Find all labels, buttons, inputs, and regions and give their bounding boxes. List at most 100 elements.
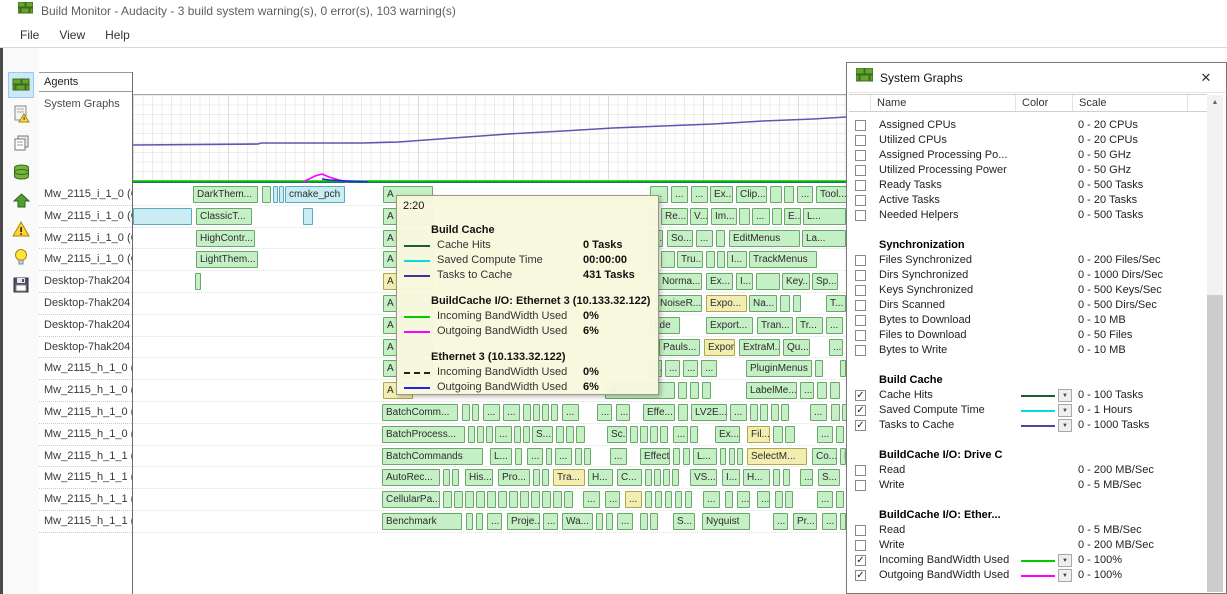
task-block-small[interactable] [533,469,540,486]
task-block[interactable]: Tra... [553,469,585,486]
task-block[interactable]: BatchCommands [382,448,483,465]
task-block-small[interactable] [706,251,715,268]
task-block[interactable]: ... [730,404,747,421]
task-block[interactable]: Ex... [715,426,740,443]
task-block[interactable]: Tru... [677,251,703,268]
task-block-small[interactable] [542,491,551,508]
task-block-small[interactable] [273,186,278,203]
task-block-small[interactable] [675,491,682,508]
task-block[interactable]: ... [483,404,500,421]
task-block-small[interactable] [717,251,725,268]
graph-checkbox[interactable]: ✓ [855,405,866,416]
graph-checkbox[interactable] [855,465,866,476]
task-block[interactable]: Sp... [812,273,838,290]
task-block[interactable]: L... [803,208,846,225]
task-block[interactable]: ... [817,426,833,443]
task-block-small[interactable] [690,382,699,399]
task-block[interactable]: cmake_pch [285,186,345,203]
scroll-up-icon[interactable]: ▲ [1207,95,1223,111]
task-block[interactable]: H... [588,469,613,486]
agent-row[interactable]: Mw_2115_h_1_0 (C [39,424,132,446]
task-block-small[interactable] [831,404,840,421]
task-block-small[interactable] [771,404,779,421]
task-block-small[interactable] [462,404,470,421]
build-log-warning-icon[interactable] [8,101,34,127]
task-block[interactable]: ... [800,382,814,399]
task-block-small[interactable] [760,404,768,421]
menu-file[interactable]: File [10,24,49,46]
task-block-small[interactable] [523,426,530,443]
task-block[interactable]: I... [722,469,740,486]
task-block-small[interactable] [672,469,679,486]
task-block-small[interactable] [650,426,658,443]
task-block[interactable]: Ex... [710,186,733,203]
task-block[interactable]: HighContr... [196,230,255,247]
graph-checkbox[interactable] [855,345,866,356]
task-block[interactable]: ExtraM... [739,339,780,356]
graph-checkbox[interactable] [855,525,866,536]
task-block[interactable]: ... [703,491,720,508]
task-block-small[interactable] [815,360,823,377]
task-block[interactable]: BatchProcess... [382,426,465,443]
task-block[interactable]: I... [736,273,753,290]
agent-row[interactable]: Mw_2115_h_1_0 (C [39,380,132,402]
graph-checkbox[interactable]: ✓ [855,390,866,401]
graph-checkbox[interactable] [855,210,866,221]
task-block-small[interactable] [645,491,652,508]
task-block-small[interactable] [661,251,675,268]
task-block[interactable]: ... [665,360,680,377]
task-block-small[interactable] [606,513,613,530]
panel-scrollbar[interactable]: ▲ [1207,95,1223,592]
task-block[interactable]: ... [583,491,600,508]
task-block-small[interactable] [836,491,844,508]
task-block-small[interactable] [466,513,473,530]
warnings-icon[interactable] [8,216,34,242]
task-block[interactable]: Pro... [498,469,530,486]
task-block[interactable]: ... [527,448,543,465]
task-block-small[interactable] [133,208,192,225]
graph-checkbox[interactable] [855,315,866,326]
agent-row[interactable]: Mw_2115_h_1_1 (C [39,446,132,468]
agent-row[interactable]: Mw_2115_h_1_0 (C [39,402,132,424]
task-block[interactable]: ... [829,339,843,356]
task-block[interactable]: LabelMe... [746,382,797,399]
task-block[interactable]: Wa... [562,513,593,530]
task-block-small[interactable] [683,448,690,465]
task-block-small[interactable] [575,448,582,465]
task-block[interactable]: L... [490,448,512,465]
task-block[interactable]: ... [543,513,558,530]
task-block-small[interactable] [739,208,750,225]
task-block-small[interactable] [640,513,648,530]
graph-checkbox[interactable] [855,270,866,281]
task-block-small[interactable] [702,382,711,399]
task-block-small[interactable] [663,469,670,486]
task-block[interactable]: Qu... [783,339,810,356]
task-block[interactable]: Tool... [816,186,850,203]
task-block[interactable]: ... [671,186,688,203]
task-block[interactable]: LV2E... [691,404,727,421]
task-block-small[interactable] [584,448,591,465]
task-block[interactable]: Pr... [793,513,817,530]
task-block-small[interactable] [523,404,531,421]
graph-checkbox[interactable] [855,330,866,341]
system-graph-plot[interactable] [133,94,846,182]
task-block[interactable]: ... [597,404,612,421]
task-block-small[interactable] [781,404,789,421]
agent-row[interactable]: Mw_2115_h_1_0 (C [39,358,132,380]
task-block-small[interactable] [486,426,493,443]
color-dropdown-icon[interactable]: ▼ [1058,404,1072,417]
task-block[interactable]: Proje... [507,513,540,530]
task-block[interactable]: Effect [640,448,670,465]
column-name[interactable]: Name [871,95,1016,111]
graph-checkbox[interactable] [855,165,866,176]
task-block-small[interactable] [465,491,474,508]
system-graphs-row-label[interactable]: System Graphs [44,98,120,110]
task-block-small[interactable] [737,448,743,465]
task-block-small[interactable] [780,295,790,312]
task-block-small[interactable] [793,295,801,312]
agent-row[interactable]: Mw_2115_i_1_0 (Co [39,249,132,271]
task-block[interactable]: ... [605,491,620,508]
task-block-small[interactable] [195,273,201,290]
task-block-small[interactable] [553,491,562,508]
task-block[interactable]: Pauls... [659,339,700,356]
